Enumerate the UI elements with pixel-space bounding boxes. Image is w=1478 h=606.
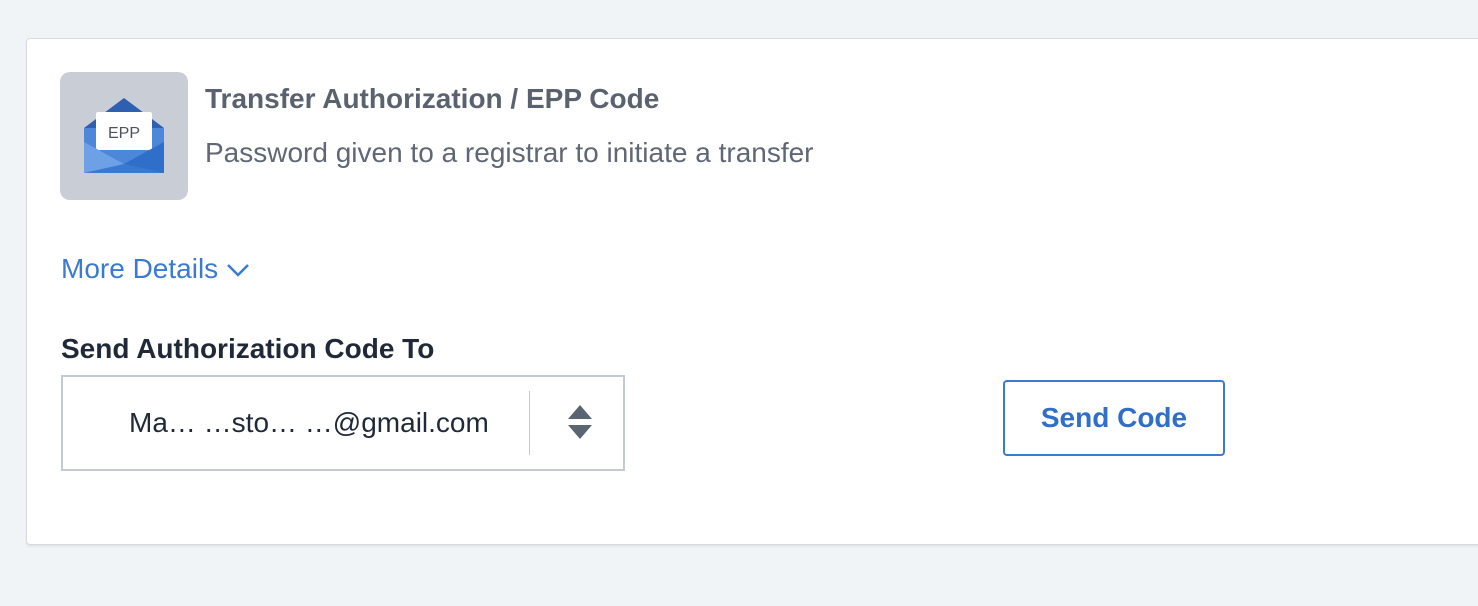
- send-to-label: Send Authorization Code To: [61, 333, 435, 364]
- more-details-label: More Details: [61, 253, 219, 284]
- epp-badge-text: EPP: [108, 125, 140, 142]
- chevron-down-icon: [226, 253, 250, 285]
- send-code-button[interactable]: Send Code: [1003, 380, 1225, 456]
- select-divider: [529, 391, 530, 455]
- card-subtitle: Password given to a registrar to initiat…: [205, 137, 814, 168]
- sort-arrows-icon: [565, 403, 595, 448]
- send-to-selected-value: Ma… …sto… …@gmail.com: [129, 407, 489, 438]
- send-to-select[interactable]: Ma… …sto… …@gmail.com: [61, 375, 625, 471]
- more-details-toggle[interactable]: More Details: [61, 253, 250, 285]
- envelope-epp-icon: EPP: [60, 72, 188, 200]
- card-title: Transfer Authorization / EPP Code: [205, 83, 660, 114]
- epp-code-card: EPP Transfer Authorization / EPP Code Pa…: [26, 38, 1478, 545]
